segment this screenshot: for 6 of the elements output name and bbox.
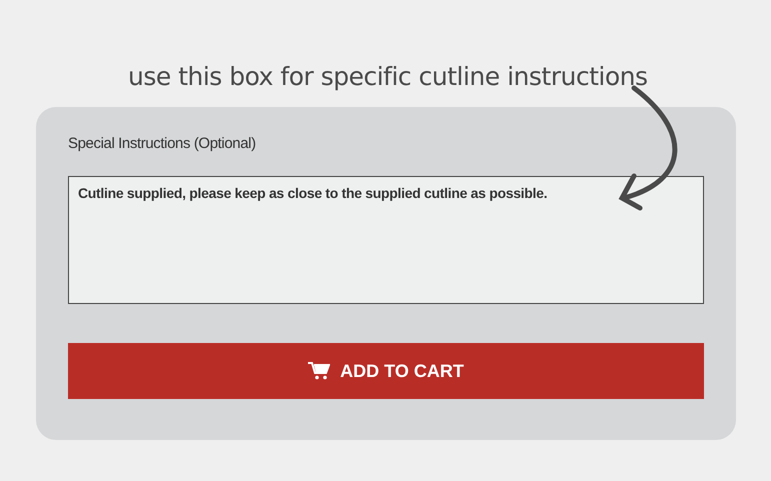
cart-icon [308, 362, 330, 380]
instructions-field[interactable]: Cutline supplied, please keep as close to the supplied cutline as possible. [68, 176, 704, 304]
curved-arrow-icon [618, 86, 678, 210]
add-to-cart-button[interactable]: ADD TO CART [68, 343, 704, 399]
field-label: Special Instructions (Optional) [68, 135, 257, 154]
annotation-text: use this box for specific cutline instructions [128, 62, 648, 91]
